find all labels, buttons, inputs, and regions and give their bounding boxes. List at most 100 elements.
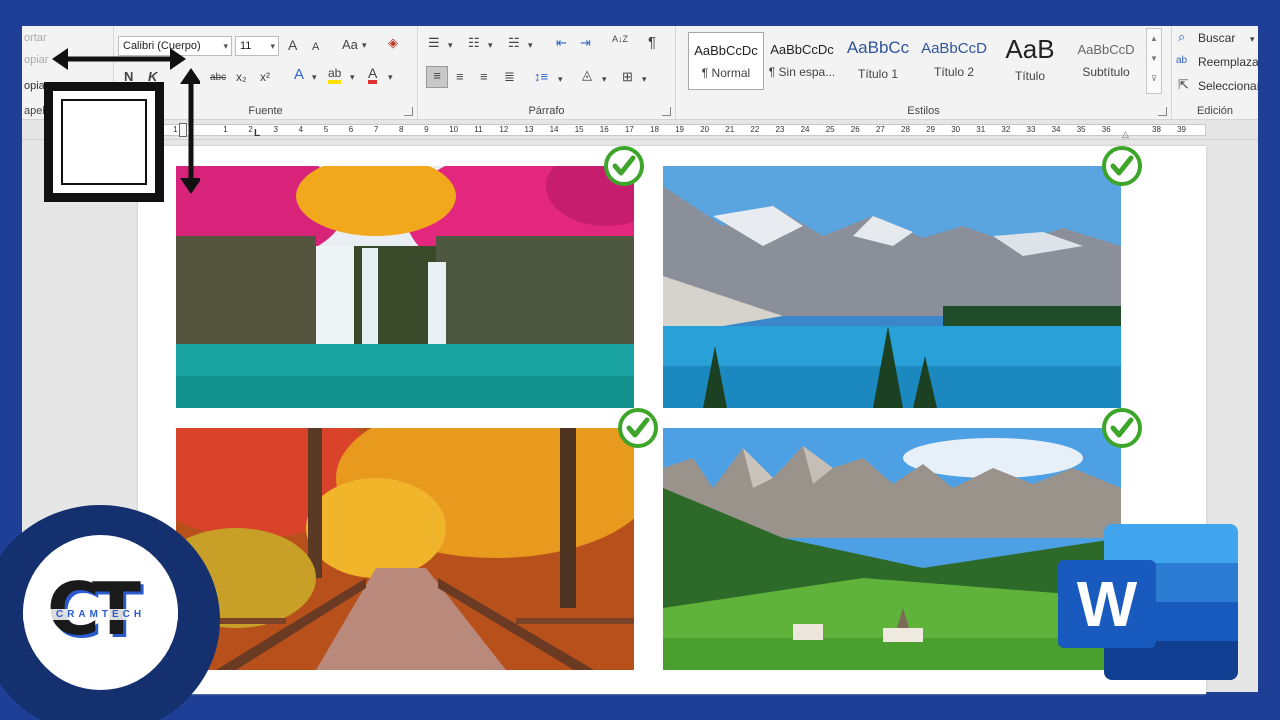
- shading-icon[interactable]: ◬: [582, 66, 592, 84]
- subscript-button[interactable]: x₂: [236, 68, 247, 86]
- font-launcher-icon[interactable]: [404, 107, 413, 116]
- chevron-down-icon: ▾: [1250, 34, 1255, 44]
- style-name: Subtítulo: [1082, 65, 1130, 79]
- font-color-button[interactable]: A: [368, 66, 378, 84]
- align-left-icon[interactable]: ≡: [426, 66, 448, 88]
- style-heading-2[interactable]: AaBbCcD Título 2: [916, 32, 992, 90]
- ruler-number: 25: [825, 125, 835, 134]
- clear-format-icon[interactable]: ◈: [388, 34, 398, 52]
- right-indent-marker[interactable]: △: [1122, 129, 1129, 140]
- chevron-down-icon: ▾: [388, 72, 393, 82]
- style-name: ¶ Sin espa...: [768, 65, 836, 79]
- image-dolomites-village[interactable]: [663, 428, 1121, 670]
- document-page[interactable]: [138, 146, 1206, 694]
- strikethrough-button[interactable]: abc: [210, 69, 226, 87]
- line-spacing-icon[interactable]: ↕≡: [534, 68, 548, 86]
- cut-button[interactable]: ortar: [24, 32, 47, 44]
- ruler-number: 34: [1051, 125, 1061, 134]
- chevron-up-icon[interactable]: ▲: [1147, 29, 1161, 49]
- chevron-down-icon: ▾: [448, 40, 453, 50]
- chevron-down-icon[interactable]: ▼: [1147, 49, 1161, 69]
- chevron-down-icon: ▾: [488, 40, 493, 50]
- chevron-down-icon: ▾: [558, 74, 563, 84]
- multilevel-list-icon[interactable]: ☵: [508, 34, 520, 52]
- change-case-button[interactable]: Aa: [342, 36, 358, 54]
- ruler-number: 7: [373, 125, 379, 134]
- ruler-number: 16: [599, 125, 609, 134]
- style-title[interactable]: AaB Título: [992, 32, 1068, 90]
- decrease-indent-icon[interactable]: ⇤: [556, 34, 567, 52]
- ruler-number: 27: [875, 125, 885, 134]
- ribbon: ortar opiar opiar apele Calibri (Cuerpo)…: [22, 26, 1258, 120]
- ruler-number: 31: [976, 125, 986, 134]
- font-size-value: 11: [240, 40, 252, 52]
- style-no-spacing[interactable]: AaBbCcDc ¶ Sin espa...: [764, 32, 840, 90]
- ruler-number: 3: [273, 125, 278, 134]
- ruler-number: 32: [1001, 125, 1011, 134]
- sort-button[interactable]: A↓Z: [612, 35, 628, 44]
- check-icon: [1102, 146, 1142, 186]
- horizontal-ruler[interactable]: △ L 211234567891011121314151617181920212…: [22, 120, 1258, 140]
- style-sample: AaBbCcD: [921, 40, 987, 57]
- show-marks-button[interactable]: ¶: [648, 34, 656, 52]
- chevron-down-icon: ▾: [528, 40, 533, 50]
- justify-icon[interactable]: ≣: [504, 68, 515, 86]
- style-subtitle[interactable]: AaBbCcD Subtítulo: [1068, 32, 1144, 90]
- numbering-icon[interactable]: ☷: [468, 34, 480, 52]
- replace-button[interactable]: Reemplaza: [1198, 55, 1258, 69]
- image-waterfall[interactable]: [176, 166, 634, 408]
- ruler-number: 36: [1101, 125, 1111, 134]
- word-logo-icon: W: [1058, 524, 1240, 682]
- ruler-number: 24: [800, 125, 810, 134]
- check-icon: [618, 408, 658, 448]
- ruler-number: 28: [901, 125, 910, 134]
- ruler-number: 21: [725, 125, 735, 134]
- check-icon: [1102, 408, 1142, 448]
- align-center-icon[interactable]: ≡: [456, 68, 464, 86]
- styles-launcher-icon[interactable]: [1158, 107, 1167, 116]
- text-effects-button[interactable]: A: [294, 66, 304, 84]
- style-normal[interactable]: AaBbCcDc ¶ Normal: [688, 32, 764, 90]
- find-button[interactable]: Buscar: [1198, 31, 1235, 45]
- paragraph-launcher-icon[interactable]: [662, 107, 671, 116]
- borders-icon[interactable]: ⊞: [622, 68, 633, 86]
- bullets-icon[interactable]: ☰: [428, 34, 440, 52]
- paragraph-group-label: Párrafo: [528, 105, 565, 117]
- ruler-number: 6: [348, 125, 354, 134]
- styles-group: AaBbCcDc ¶ Normal AaBbCcDc ¶ Sin espa...…: [676, 26, 1172, 119]
- chevron-down-icon: ▾: [350, 72, 355, 82]
- font-size-combo[interactable]: 11 ▾: [235, 36, 279, 56]
- increase-indent-icon[interactable]: ⇥: [580, 34, 591, 52]
- ruler-number: 26: [850, 125, 860, 134]
- editing-group: ⌕ Buscar ▾ ab Reemplaza ⇱ Seleccionar Ed…: [1172, 26, 1258, 119]
- paragraph-group: ☰ ▾ ☷ ▾ ☵ ▾ ⇤ ⇥ A↓Z ¶ ≡ ≡ ≡ ≣ ↕≡ ▾ ◬ ▾ ⊞…: [418, 26, 676, 119]
- copy-button[interactable]: opiar: [24, 54, 48, 66]
- ruler-number: 39: [1177, 125, 1186, 134]
- ruler-number: 19: [675, 125, 684, 134]
- word-logo-letter: W: [1058, 560, 1156, 648]
- styles-gallery-scroll[interactable]: ▲ ▼ ⊽: [1146, 28, 1162, 94]
- replace-icon: ab: [1176, 55, 1188, 66]
- channel-logo-name: CRAMTECH: [23, 609, 178, 620]
- superscript-button[interactable]: x²: [260, 68, 270, 86]
- highlight-button[interactable]: ab: [328, 66, 342, 84]
- select-button[interactable]: Seleccionar: [1198, 79, 1258, 93]
- image-autumn-bridge[interactable]: [176, 428, 634, 670]
- align-right-icon[interactable]: ≡: [480, 68, 488, 86]
- cursor-icon: ⇱: [1178, 77, 1189, 92]
- ruler-number: 9: [424, 125, 429, 134]
- style-sample: AaB: [1005, 34, 1055, 64]
- grow-font-button[interactable]: A: [288, 36, 297, 54]
- style-sample: AaBbCcD: [1077, 42, 1135, 57]
- ruler-number: 38: [1152, 125, 1161, 134]
- chevron-down-icon: ▾: [642, 74, 647, 84]
- image-mountain-lake[interactable]: [663, 166, 1121, 408]
- ruler-number: 33: [1026, 125, 1036, 134]
- tab-stop-marker[interactable]: L: [254, 128, 260, 139]
- channel-logo-circle: CT CRAMTECH: [23, 535, 178, 690]
- shrink-font-button[interactable]: A: [312, 38, 319, 56]
- style-heading-1[interactable]: AaBbCc Título 1: [840, 32, 916, 90]
- expand-gallery-icon[interactable]: ⊽: [1147, 69, 1161, 89]
- ruler-number: 15: [574, 125, 584, 134]
- chevron-down-icon: ▾: [223, 41, 228, 51]
